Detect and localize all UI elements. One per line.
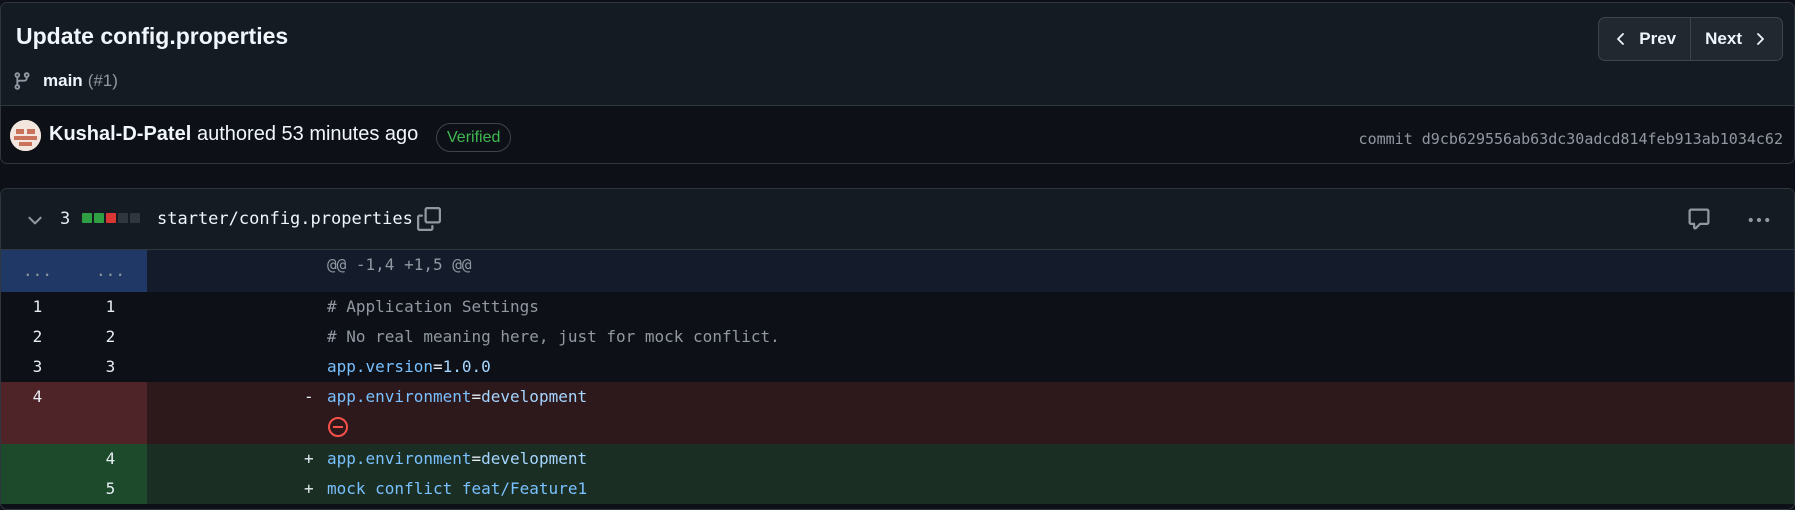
prev-label: Prev [1639,29,1677,48]
line-code: app.environment=development [327,444,587,474]
commit-title: Update config.properties [16,23,289,49]
chevron-right-icon [1757,33,1764,45]
deleted-line: 4 - app.environment=development [1,382,1794,412]
diff-marker: - [304,387,314,406]
avatar[interactable] [10,120,41,151]
prev-button[interactable]: Prev [1599,18,1690,60]
property-equals: = [471,449,482,468]
old-line-number[interactable]: 1 [1,292,74,322]
author-link[interactable]: Kushal-D-Patel [49,123,191,146]
verified-badge[interactable]: Verified [436,123,512,152]
property-value: 1.0.0 [442,357,491,376]
property-value: development [481,449,588,468]
new-line-number[interactable] [74,382,147,412]
property-value: development [481,387,588,406]
diff-line: 2 2 # No real meaning here, just for moc… [1,322,1794,352]
diffstat-block [82,213,92,223]
chevron-left-icon [1617,33,1625,45]
new-line-number[interactable]: 2 [74,322,147,352]
property-equals: = [432,357,443,376]
hunk-header: @@ -1,4 +1,5 @@ [327,255,472,274]
identicon-icon [10,120,41,151]
new-line-number[interactable]: 3 [74,352,147,382]
change-count: 3 [60,209,71,229]
commit-header: Update config.properties main (#1) Prev … [0,2,1795,164]
diff-table: ... ... @@ -1,4 +1,5 @@ 1 1 # Applicatio… [1,250,1794,504]
commit-navigation: Prev Next [1598,17,1783,61]
line-number-gutter [74,412,147,444]
diffstat [82,213,140,223]
line-code: app.version=1.0.0 [327,352,491,382]
old-line-number[interactable]: 3 [1,352,74,382]
old-line-number[interactable]: 4 [1,382,74,412]
file-diff: 3 starter/config.properties ... ... @@ -… [0,188,1795,510]
property-key: app.version [327,357,433,376]
next-button[interactable]: Next [1690,18,1782,60]
new-line-number[interactable]: 4 [74,444,147,474]
old-line-number[interactable] [1,444,74,474]
file-header: 3 starter/config.properties [1,189,1794,250]
git-branch-icon [14,72,30,90]
authored-time: authored 53 minutes ago [197,123,419,145]
added-line: 4 + app.environment=development [1,444,1794,474]
line-code: mock conflict feat/Feature1 [327,479,588,498]
diffstat-block [118,213,128,223]
new-line-number[interactable]: 5 [74,474,147,504]
old-line-number[interactable]: 2 [1,322,74,352]
line-code: # Application Settings [327,297,539,316]
hunk-header-row: ... ... @@ -1,4 +1,5 @@ [1,250,1794,292]
property-key: app.environment [327,387,472,406]
branch-link[interactable]: main [43,71,83,91]
expand-old-lines[interactable]: ... [1,250,74,292]
diff-marker: + [304,479,314,498]
commit-title-bar: Update config.properties main (#1) Prev … [1,3,1794,106]
old-line-number[interactable] [1,474,74,504]
property-equals: = [471,387,482,406]
commit-hash: commit d9cb629556ab63dc30adcd814feb913ab… [1358,130,1783,148]
author-row: Kushal-D-Patel authored 53 minutes ago V… [1,106,1794,163]
line-code: app.environment=development [327,382,587,412]
expand-new-lines[interactable]: ... [74,250,147,292]
added-line: 5 + mock conflict feat/Feature1 [1,474,1794,504]
line-number-gutter [1,412,74,444]
diff-marker: + [304,449,314,468]
diff-line: 1 1 # Application Settings [1,292,1794,322]
chevron-down-icon[interactable] [26,211,44,229]
kebab-menu-icon[interactable] [1747,208,1771,232]
property-key: app.environment [327,449,472,468]
deleted-line-continuation [1,412,1794,444]
line-code: # No real meaning here, just for mock co… [327,327,780,346]
diffstat-block [106,213,116,223]
diffstat-block [130,213,140,223]
comment-icon[interactable] [1687,207,1711,231]
diff-line: 3 3 app.version=1.0.0 [1,352,1794,382]
next-label: Next [1705,29,1742,48]
diffstat-block [94,213,104,223]
pull-request-link[interactable]: (#1) [88,71,118,91]
branch-info: main (#1) [12,70,118,92]
new-line-number[interactable]: 1 [74,292,147,322]
no-newline-icon [328,417,348,437]
copy-icon[interactable] [417,207,441,231]
file-path[interactable]: starter/config.properties [157,209,413,229]
